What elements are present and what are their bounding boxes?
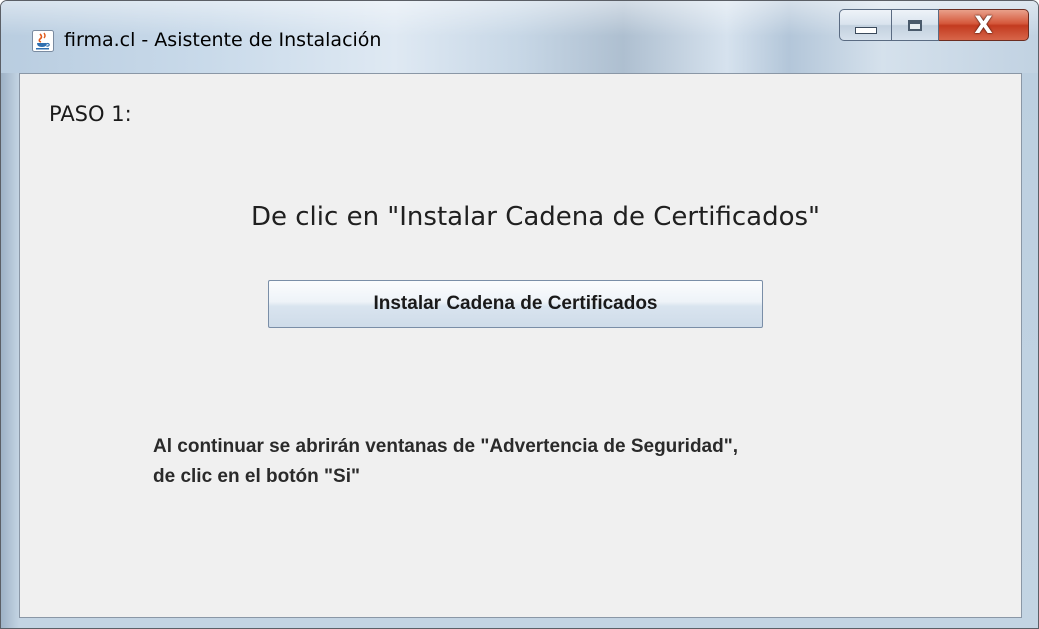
warning-line-1: Al continuar se abrirán ventanas de "Adv…: [153, 436, 739, 457]
instruction-text: De clic en "Instalar Cadena de Certifica…: [250, 202, 821, 232]
installer-window: firma.cl - Asistente de Instalación X PA…: [0, 0, 1039, 629]
install-button-label: Instalar Cadena de Certificados: [373, 293, 658, 314]
close-button[interactable]: X: [939, 9, 1029, 41]
warning-line-2: de clic en el botón "Si": [153, 466, 360, 487]
title-bar[interactable]: firma.cl - Asistente de Instalación X: [1, 1, 1038, 73]
maximize-icon: [908, 19, 922, 31]
window-controls: X: [839, 9, 1029, 43]
content-panel: PASO 1: De clic en "Instalar Cadena de C…: [19, 73, 1022, 618]
maximize-button[interactable]: [891, 9, 939, 41]
step-label: PASO 1:: [49, 102, 132, 126]
install-certificate-chain-button[interactable]: Instalar Cadena de Certificados: [268, 280, 763, 328]
window-title: firma.cl - Asistente de Instalación: [64, 29, 382, 51]
java-coffee-icon: [32, 30, 54, 52]
security-warning-text: Al continuar se abrirán ventanas de "Adv…: [153, 432, 738, 492]
window-frame-left: [1, 73, 19, 628]
close-icon: X: [974, 11, 993, 39]
minimize-icon: [854, 26, 877, 34]
minimize-button[interactable]: [839, 9, 891, 41]
